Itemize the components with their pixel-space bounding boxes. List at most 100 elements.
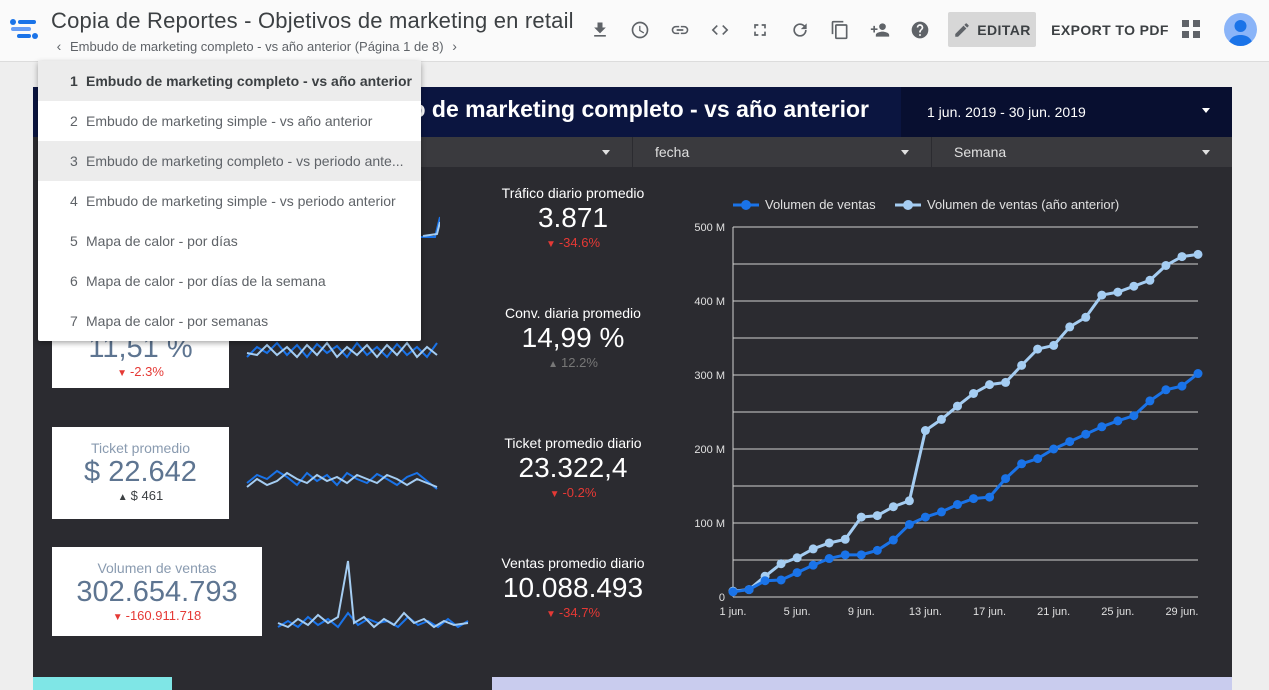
add-person-icon[interactable] [868,18,892,42]
bottom-left-strip [33,677,172,690]
export-pdf-button[interactable]: EXPORT TO PDF [1050,12,1170,47]
data-point [856,512,866,522]
data-studio-logo-icon[interactable] [8,14,38,44]
legend-label: Volumen de ventas [765,197,876,212]
kpi-delta: ▼ -160.911.718 [112,608,202,623]
history-icon[interactable] [628,18,652,42]
date-range-value: 1 jun. 2019 - 30 jun. 2019 [927,104,1086,120]
kpi-delta: ▲ $ 461 [117,488,164,503]
kpi-value: 3.871 [537,202,609,233]
sales-line-chart[interactable]: 0 100 M 200 M 300 M 400 M 500 M 1 jun. 5 jun. 9 … [673,187,1218,627]
dropdown-arrow-icon [1202,108,1210,113]
data-point [952,500,962,509]
kpi-value: $ 22.642 [84,456,197,488]
kpi-card-volumen-ventas: Volumen de ventas 302.654.793 ▼ -160.911.… [52,547,262,636]
data-point [920,426,930,435]
data-point [1193,369,1203,379]
data-point [936,507,946,517]
chevron-right-icon[interactable]: › [448,38,462,54]
kpi-delta: ▼ -0.2% [549,485,597,500]
data-point [1161,385,1171,395]
edit-button-label: EDITAR [977,21,1031,38]
data-point [1033,344,1043,354]
kpi-label: Ticket promedio diario [504,435,642,451]
date-range-control[interactable]: 1 jun. 2019 - 30 jun. 2019 [901,87,1232,137]
download-icon[interactable] [588,18,612,42]
series-line-current [732,372,1199,594]
filter-label: fecha [655,144,690,160]
kpi-trafico-diario: Tráfico diario promedio 3.871 ▼ -34.6% [488,185,658,250]
data-point [1049,340,1059,350]
data-point [1129,281,1139,291]
data-point [1177,252,1187,262]
account-avatar-icon[interactable] [1224,13,1257,46]
data-point [840,534,850,544]
filter-control-fecha[interactable]: fecha [632,137,931,167]
refresh-icon[interactable] [788,18,812,42]
page-item-5[interactable]: 5 Mapa de calor - por días [38,221,421,261]
x-tick-label: 29 jun. [1165,606,1198,618]
data-point [728,587,738,597]
y-tick-label: 0 [719,592,725,604]
kpi-value: 10.088.493 [502,572,644,603]
data-point [872,511,882,521]
y-tick-label: 300 M [694,370,725,382]
y-tick-label: 200 M [694,444,725,456]
page-navigator[interactable]: ‹ Embudo de marketing completo - vs año … [52,38,462,54]
copy-icon[interactable] [828,18,852,42]
data-point [969,494,979,504]
data-point [824,538,834,548]
link-icon[interactable] [668,18,692,42]
chevron-left-icon[interactable]: ‹ [52,38,66,54]
legend-label: Volumen de ventas (año anterior) [927,197,1119,212]
kpi-label: Ventas promedio diario [501,555,645,571]
report-title[interactable]: Copia de Reportes - Objetivos de marketi… [51,8,574,34]
x-tick-label: 13 jun. [909,606,942,618]
data-point [856,550,866,560]
kpi-delta: ▼ -34.7% [545,605,601,620]
page-item-6[interactable]: 6 Mapa de calor - por días de la semana [38,261,421,301]
page-item-7[interactable]: 7 Mapa de calor - por semanas [38,301,421,341]
x-tick-label: 9 jun. [848,606,875,618]
data-point [1049,444,1059,454]
edit-button[interactable]: EDITAR [948,12,1036,47]
data-point [760,576,770,586]
kpi-label: Conv. diaria promedio [505,305,641,321]
page-item-2[interactable]: 2 Embudo de marketing simple - vs año ant… [38,101,421,141]
help-icon[interactable] [908,18,932,42]
x-tick-label: 17 jun. [973,606,1006,618]
x-tick-label: 25 jun. [1101,606,1134,618]
page-item-4[interactable]: 4 Embudo de marketing simple - vs periodo… [38,181,421,221]
data-point [936,414,946,424]
y-tick-label: 100 M [694,518,725,530]
data-point [904,496,914,506]
kpi-label: Ticket promedio [90,440,191,456]
data-point [1017,360,1027,370]
embed-code-icon[interactable] [708,18,732,42]
legend-marker [741,200,751,210]
pencil-icon [955,22,969,37]
data-point [888,502,898,512]
x-tick-label: 21 jun. [1037,606,1070,618]
page-selector[interactable]: Embudo de marketing completo - vs año an… [66,39,448,54]
sparkline-ticket [246,469,438,490]
page-item-1[interactable]: 1 Embudo de marketing completo - vs año a… [38,61,421,101]
filter-control-semana[interactable]: Semana [931,137,1232,167]
page-item-3[interactable]: 3 Embudo de marketing completo - vs perio… [38,141,421,181]
data-point [1129,411,1139,421]
data-point [1097,422,1107,432]
series-line-previous [732,252,1199,593]
apps-grid-icon[interactable] [1182,20,1200,38]
dropdown-arrow-icon [901,150,909,155]
data-point [1161,260,1171,270]
y-tick-label: 500 M [694,222,725,234]
fullscreen-icon[interactable] [748,18,772,42]
kpi-ticket-diario: Ticket promedio diario 23.322,4 ▼ -0.2% [488,435,658,500]
kpi-conversion-diaria: Conv. diaria promedio 14,99 % ▲ 12.2% [488,305,658,370]
dropdown-arrow-icon [602,150,610,155]
filter-label: Semana [954,144,1007,160]
data-point [824,554,834,564]
app-toolbar: Copia de Reportes - Objetivos de marketi… [0,0,1269,62]
kpi-value: 302.654.793 [76,576,238,608]
kpi-label: Volumen de ventas [97,560,217,576]
